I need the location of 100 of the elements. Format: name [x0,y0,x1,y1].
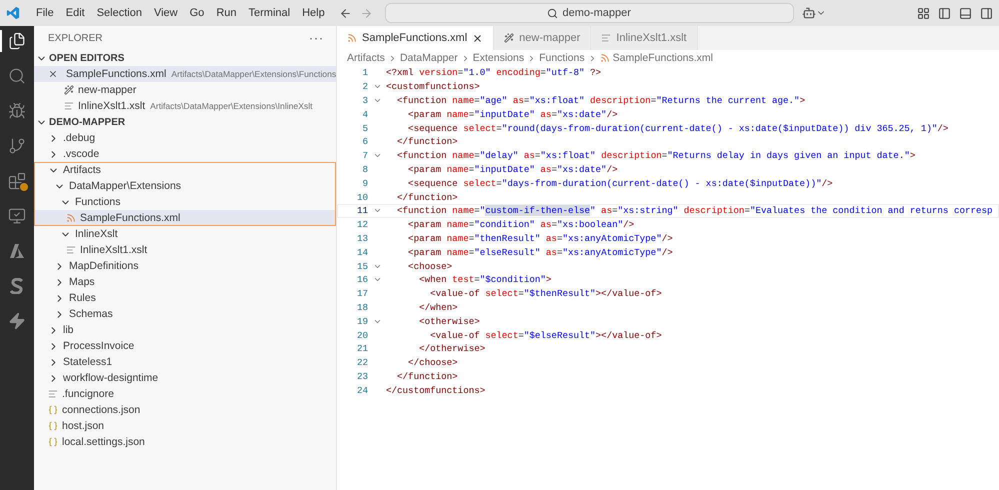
breadcrumb-item[interactable]: Extensions [472,52,524,64]
layout-icon[interactable] [917,6,930,20]
tree-folder[interactable]: lib [34,322,336,338]
menu-item[interactable]: Edit [60,0,91,26]
extensions-icon[interactable] [8,172,26,190]
menu-item[interactable]: Help [296,0,331,26]
secondary-sidebar-icon[interactable] [980,6,993,20]
line-number: 3 [361,94,368,106]
tree-folder[interactable]: DataMapper\Extensions [34,178,336,194]
rss-icon [600,53,610,63]
wand-icon [504,33,514,43]
lines-icon [66,245,76,255]
line-number: 13 [356,232,368,244]
breadcrumb-item[interactable]: Functions [539,52,585,64]
code-line: <param name="elseResult" as="xs:anyAtomicType"/> [407,246,673,258]
tree-document[interactable]: InlineXslt1.xslt [34,242,336,258]
back-arrow-icon[interactable] [338,6,352,20]
tree-document[interactable]: local.settings.json [34,434,336,450]
tree-folder[interactable]: Schemas [34,306,336,322]
tree-folder[interactable]: .debug [34,130,336,146]
breadcrumb-item[interactable]: Artifacts [347,52,385,64]
editor-tab[interactable]: new-mapper [494,26,592,50]
code-line: </function> [396,370,458,382]
editor-tab[interactable]: SampleFunctions.xml [337,26,494,50]
line-number: 19 [356,316,368,327]
open-editor-item[interactable]: new-mapper [34,82,336,98]
branch-icon[interactable] [8,137,26,155]
code-line: <function name="custom-if-then-else" as="xs:string" description="Evaluates the condition and returns corresp [396,205,993,216]
tree-folder[interactable]: MapDefinitions [34,258,336,274]
menu-item[interactable]: Terminal [242,0,296,26]
tree-document[interactable]: host.json [34,418,336,434]
line-number: 6 [361,136,368,148]
tree-folder[interactable]: Maps [34,274,336,290]
tree-folder[interactable]: .vscode [34,146,336,162]
code-line: <choose> [407,260,452,272]
line-number: 11 [356,205,368,216]
panel-toggle-icon[interactable] [959,6,972,20]
s-icon[interactable] [10,278,24,294]
bug-icon[interactable] [8,102,26,120]
tree-folder[interactable]: Functions [34,194,336,210]
section-header[interactable]: DEMO-MAPPER [34,114,336,130]
tree-document[interactable]: connections.json [34,402,336,418]
open-editor-item[interactable]: InlineXslt1.xslt Artifacts\DataMapper\Extensions\InlineXslt [34,98,336,114]
line-number: 18 [356,302,368,313]
open-editor-item[interactable]: SampleFunctions.xml Artifacts\DataMapper\Extensions\Functions [34,66,336,82]
wand-icon [64,85,74,95]
close-icon[interactable] [472,32,484,44]
menu-item[interactable]: View [148,0,184,26]
braces-icon [48,437,58,447]
line-number: 1 [361,67,368,78]
line-number: 22 [356,357,368,368]
code-line: <when test="$condition"> [418,274,552,286]
menu-item[interactable]: Go [184,0,210,26]
files-icon[interactable] [8,32,26,50]
line-number: 4 [361,108,368,120]
code-line: <function name="age" as="xs:float" description="Returns the current age."> [396,94,806,106]
tree-document[interactable]: SampleFunctions.xml [34,210,336,226]
line-number: 9 [361,178,368,189]
tree-folder[interactable]: Artifacts [34,162,336,178]
line-number: 23 [356,370,368,382]
tree-folder[interactable]: Stateless1 [34,354,336,370]
line-number: 20 [356,330,368,341]
code-line: <param name="condition" as="xs:boolean"/> [407,219,634,230]
tree-folder[interactable]: InlineXslt [34,226,336,242]
menu-item[interactable]: Selection [90,0,148,26]
command-center-search[interactable]: demo-mapper [384,3,794,23]
code-line: <param name="inputDate" as="xs:date"/> [407,108,618,120]
breadcrumb-item[interactable]: DataMapper [400,52,458,64]
line-number: 8 [361,164,368,175]
code-line: <param name="thenResult" as="xs:anyAtomicType"/> [407,232,673,244]
line-number: 12 [356,219,368,230]
line-number: 21 [356,343,368,354]
tree-folder[interactable]: workflow-designtime [34,370,336,386]
close-icon[interactable] [48,69,58,79]
editor-tab[interactable]: InlineXslt1.xslt [591,26,698,50]
line-number: 14 [356,246,368,258]
menu-item[interactable]: File [30,0,60,26]
more-actions[interactable]: ··· [309,31,324,45]
code-line: </function> [396,192,458,203]
rss-icon [66,213,76,223]
code-line: <otherwise> [418,316,480,327]
breadcrumb-item[interactable]: SampleFunctions.xml [612,52,713,64]
sidebar-toggle-icon[interactable] [938,6,951,20]
tree-folder[interactable]: ProcessInvoice [34,338,336,354]
code-line: <customfunctions> [386,81,480,92]
monitor-icon[interactable] [8,207,26,225]
code-line: <value-of select="$elseResult"></value-of> [429,330,662,341]
tree-document[interactable]: .funcignore [34,386,336,402]
code-line: <?xml version="1.0" encoding="utf-8" ?> [386,67,602,78]
search-icon [547,8,558,18]
code-line: </otherwise> [418,343,486,354]
menu-item[interactable]: Run [210,0,242,26]
line-number: 2 [361,81,368,92]
code-line: <value-of select="$thenResult"></value-of> [429,288,662,300]
bolt-icon[interactable] [8,312,26,330]
tree-folder[interactable]: Rules [34,290,336,306]
search-icon[interactable] [8,67,26,85]
azure-icon[interactable] [9,243,25,259]
section-header[interactable]: OPEN EDITORS [34,50,336,66]
rss-icon [347,33,357,43]
